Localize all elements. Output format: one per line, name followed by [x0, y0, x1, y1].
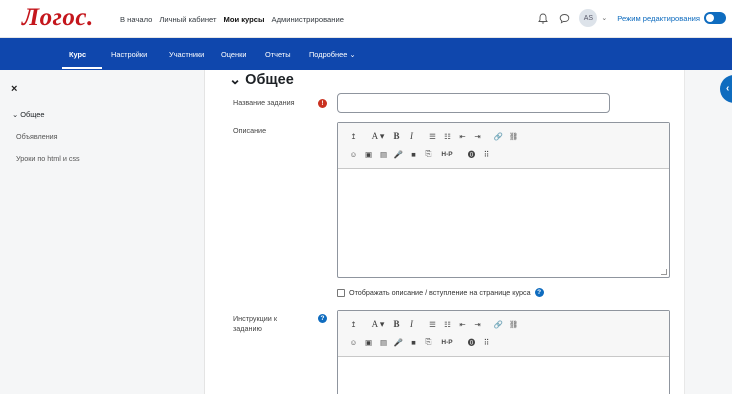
- video-icon[interactable]: ■: [406, 335, 421, 349]
- edit-mode-toggle[interactable]: [704, 12, 726, 24]
- collapse-toolbar-icon[interactable]: ↥: [346, 129, 361, 143]
- section-title[interactable]: ⌄ Общее: [229, 72, 294, 88]
- h5p-icon[interactable]: H-P: [436, 335, 458, 349]
- description-editor[interactable]: ↥ A ▾ B I ☰ ☷ ⇤ ⇥ 🔗 ⛓ ☺ ▣ ▤ �: [337, 122, 670, 278]
- emoji-icon[interactable]: ☺: [346, 147, 361, 161]
- show-description-label: Отображать описание / вступление на стра…: [349, 288, 531, 297]
- copy-icon[interactable]: ⎘: [421, 335, 436, 349]
- nav-administration[interactable]: Администрирование: [272, 15, 344, 24]
- italic-icon[interactable]: I: [404, 317, 419, 331]
- tab-more[interactable]: Подробнее ⌄: [309, 50, 356, 59]
- site-logo[interactable]: Логос.: [22, 4, 94, 32]
- unordered-list-icon[interactable]: ☰: [425, 129, 440, 143]
- chevron-left-icon: ‹: [726, 83, 730, 94]
- block-drawer-strip: [684, 70, 732, 394]
- unlink-icon[interactable]: ⛓: [506, 129, 521, 143]
- media-icon[interactable]: ▤: [376, 147, 391, 161]
- nav-my-courses[interactable]: Мои курсы: [224, 15, 265, 24]
- more-tools-icon[interactable]: ⠿: [479, 335, 494, 349]
- link-icon[interactable]: 🔗: [491, 317, 506, 331]
- more-tools-icon[interactable]: ⠿: [479, 147, 494, 161]
- top-navbar: Логос. В начало Личный кабинет Мои курсы Ад…: [0, 0, 732, 38]
- tab-settings[interactable]: Настройки: [111, 50, 147, 59]
- emoji-icon[interactable]: ☺: [346, 335, 361, 349]
- help-icon[interactable]: ?: [534, 288, 544, 297]
- ordered-list-icon[interactable]: ☷: [440, 317, 455, 331]
- instructions-editor[interactable]: ↥ A ▾ B I ☰ ☷ ⇤ ⇥ 🔗 ⛓ ☺ ▣ ▤ �: [337, 310, 670, 394]
- media-icon[interactable]: ▤: [376, 335, 391, 349]
- unlink-icon[interactable]: ⛓: [506, 317, 521, 331]
- bold-icon[interactable]: B: [389, 317, 404, 331]
- primary-navigation: В начало Личный кабинет Мои курсы Администр…: [120, 15, 351, 24]
- required-icon: !: [318, 99, 327, 108]
- h5p-icon[interactable]: H-P: [436, 147, 458, 161]
- description-label: Описание: [233, 126, 267, 135]
- image-icon[interactable]: ▣: [361, 147, 376, 161]
- assignment-name-input[interactable]: [337, 93, 610, 113]
- show-description-checkbox[interactable]: [337, 288, 345, 297]
- user-avatar[interactable]: AS: [579, 9, 598, 27]
- microphone-icon[interactable]: 🎤: [391, 147, 406, 161]
- outdent-icon[interactable]: ⇤: [455, 129, 470, 143]
- drawer-item-html-css[interactable]: Уроки по html и css: [16, 154, 80, 163]
- drawer-section-general[interactable]: ⌄ Общее: [12, 110, 44, 119]
- font-style-icon[interactable]: A ▾: [367, 317, 389, 331]
- copy-icon[interactable]: ⎘: [421, 147, 436, 161]
- user-controls: AS ⌄ Режим редактирования: [535, 8, 732, 28]
- resize-handle-icon[interactable]: [661, 269, 667, 275]
- tab-course[interactable]: Курс: [69, 50, 86, 59]
- chevron-down-icon[interactable]: ⌄: [601, 14, 607, 22]
- ordered-list-icon[interactable]: ☷: [440, 129, 455, 143]
- accessibility-icon[interactable]: ⓿: [464, 147, 479, 161]
- drawer-item-announcements[interactable]: Объявления: [16, 132, 58, 141]
- italic-icon[interactable]: I: [404, 129, 419, 143]
- accessibility-icon[interactable]: ⓿: [464, 335, 479, 349]
- active-tab-indicator: [62, 67, 102, 69]
- indent-icon[interactable]: ⇥: [470, 129, 485, 143]
- font-style-icon[interactable]: A ▾: [367, 129, 389, 143]
- bold-icon[interactable]: B: [389, 129, 404, 143]
- course-index-drawer: × ⌄ Общее Объявления Уроки по html и css: [0, 70, 205, 394]
- tab-reports[interactable]: Отчеты: [265, 50, 291, 59]
- microphone-icon[interactable]: 🎤: [391, 335, 406, 349]
- tab-grades[interactable]: Оценки: [221, 50, 246, 59]
- video-icon[interactable]: ■: [406, 147, 421, 161]
- image-icon[interactable]: ▣: [361, 335, 376, 349]
- indent-icon[interactable]: ⇥: [470, 317, 485, 331]
- editor-toolbar: ↥ A ▾ B I ☰ ☷ ⇤ ⇥ 🔗 ⛓ ☺ ▣ ▤ �: [338, 123, 669, 169]
- tab-participants[interactable]: Участники: [169, 50, 204, 59]
- collapse-toolbar-icon[interactable]: ↥: [346, 317, 361, 331]
- instructions-label: Инструкции к заданию: [233, 314, 277, 333]
- help-icon[interactable]: ?: [318, 314, 327, 323]
- show-description-row: Отображать описание / вступление на стра…: [337, 288, 544, 297]
- nav-home[interactable]: В начало: [120, 15, 152, 24]
- edit-mode-label: Режим редактирования: [617, 13, 700, 23]
- close-icon[interactable]: ×: [11, 83, 17, 95]
- outdent-icon[interactable]: ⇤: [455, 317, 470, 331]
- link-icon[interactable]: 🔗: [491, 129, 506, 143]
- editor-toolbar: ↥ A ▾ B I ☰ ☷ ⇤ ⇥ 🔗 ⛓ ☺ ▣ ▤ �: [338, 311, 669, 357]
- bell-icon[interactable]: [535, 10, 551, 26]
- chat-icon[interactable]: [556, 10, 572, 26]
- name-label: Название задания: [233, 98, 295, 107]
- nav-dashboard[interactable]: Личный кабинет: [159, 15, 216, 24]
- course-navigation: Курс Настройки Участники Оценки Отчеты П…: [0, 38, 732, 70]
- unordered-list-icon[interactable]: ☰: [425, 317, 440, 331]
